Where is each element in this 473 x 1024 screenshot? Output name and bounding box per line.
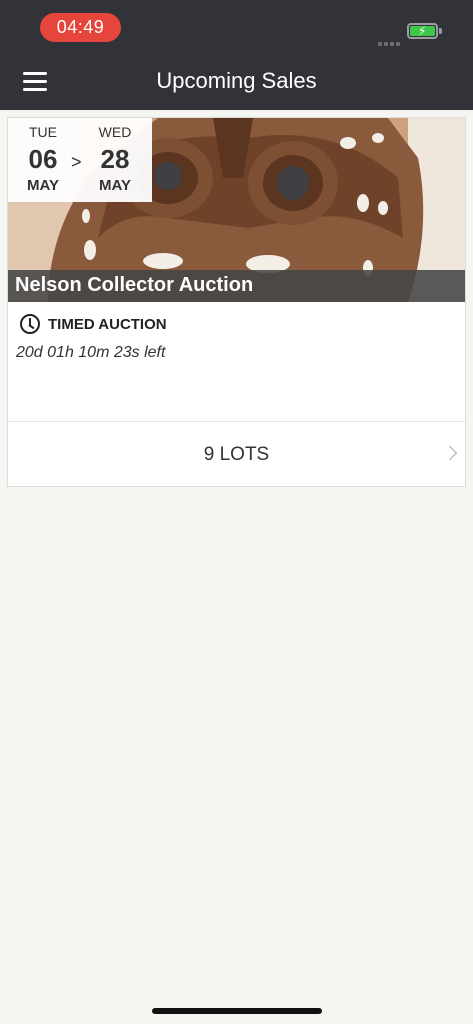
home-indicator[interactable] (152, 1008, 322, 1014)
sale-type-label: TIMED AUCTION (48, 316, 167, 333)
end-month: MAY (99, 177, 131, 194)
end-day-of-week: WED (98, 124, 132, 140)
sale-image[interactable]: TUE 06 MAY > WED 28 MAY Nelson Collector… (8, 118, 465, 302)
lots-count: 9 LOTS (203, 444, 270, 465)
end-day: 28 (100, 144, 130, 174)
sale-name-bar: Nelson Collector Auction (8, 270, 465, 302)
view-lots-button[interactable]: 9 LOTS (8, 422, 465, 486)
clock-icon (20, 314, 40, 334)
battery-cap (439, 28, 442, 34)
sale-name: Nelson Collector Auction (15, 274, 254, 296)
time-remaining: 20d 01h 10m 23s left (16, 344, 166, 361)
signal-dots-icon (378, 33, 402, 51)
sale-date-range: TUE 06 MAY > WED 28 MAY (8, 118, 152, 202)
start-day-of-week: TUE (29, 124, 57, 140)
start-month: MAY (27, 177, 59, 194)
app-header: 04:49 ⚡ Upcoming Sales (0, 0, 473, 110)
page-title: Upcoming Sales (156, 68, 317, 93)
start-day: 06 (28, 144, 58, 174)
sale-card[interactable]: TUE 06 MAY > WED 28 MAY Nelson Collector… (7, 117, 466, 487)
battery-charging-icon: ⚡ (407, 23, 438, 39)
status-time: 04:49 (40, 13, 121, 42)
start-date: TUE 06 MAY (18, 124, 68, 194)
date-range-arrow: > (71, 152, 82, 172)
end-date: WED 28 MAY (90, 124, 140, 194)
